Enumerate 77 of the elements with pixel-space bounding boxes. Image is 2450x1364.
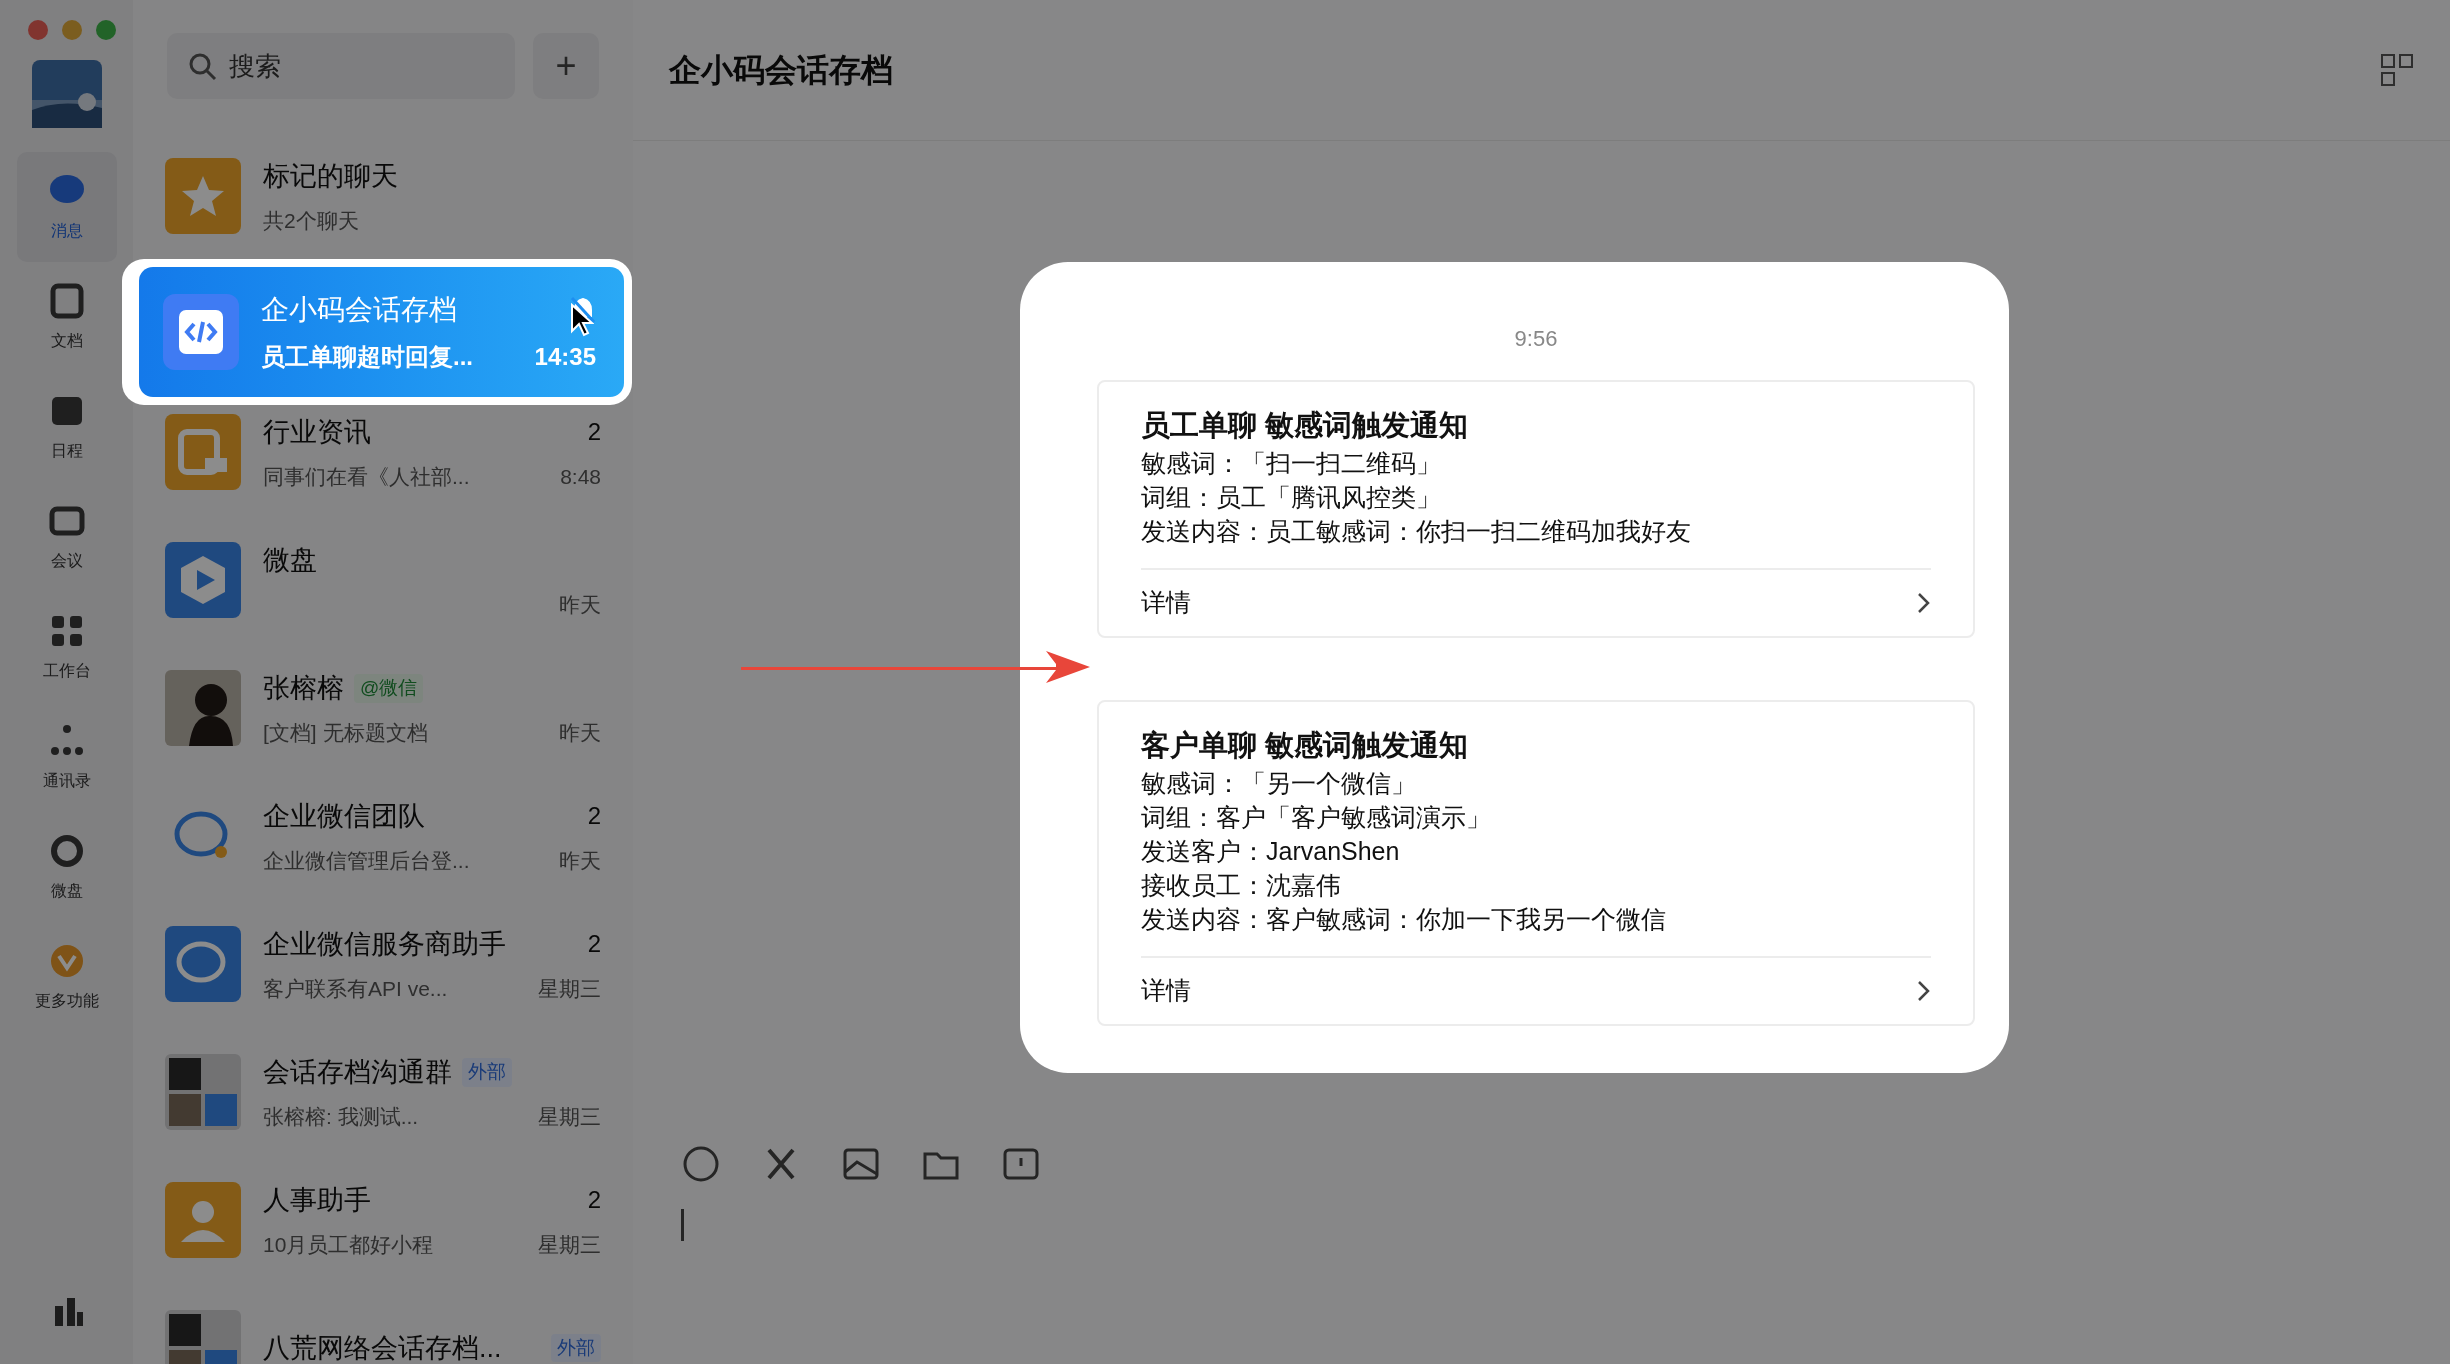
chat-preview: 10月员工都好小程	[263, 1231, 434, 1258]
unread-count: 2	[587, 417, 601, 448]
chat-item[interactable]: 会话存档沟通群 外部 张榕榕: 我测试... 星期三	[165, 1050, 601, 1134]
unread-count: 2	[587, 801, 601, 832]
sidebar-item[interactable]: 日程	[16, 372, 117, 482]
window-control-icon	[96, 20, 116, 40]
chevron-right-icon	[1917, 592, 1931, 614]
card-title: 客户单聊 敏感词触发通知	[1141, 728, 1470, 763]
chat-time: 昨天	[559, 719, 601, 746]
sidebar-item[interactable]: 消息	[16, 152, 117, 262]
sidebar-item[interactable]: 会议	[16, 482, 117, 592]
chat-title: 企业微信服务商助手	[263, 928, 506, 961]
chat-time: 8:48	[560, 463, 601, 490]
chat-item[interactable]: 人事助手 2 10月员工都好小程 星期三	[165, 1178, 601, 1262]
cursor-icon	[570, 303, 594, 337]
chat-time: 星期三	[538, 975, 601, 1002]
chat-preview: 客户联系有API ve...	[263, 975, 448, 1002]
chat-time: 14:35	[534, 342, 596, 372]
card-line: 敏感词：「另一个微信」	[1141, 768, 1417, 799]
sidebar-item[interactable]: 工作台	[16, 592, 117, 702]
search-field[interactable]: 搜索	[167, 33, 515, 99]
chat-item[interactable]: 标记的聊天 共2个聊天	[165, 154, 601, 238]
chat-title: 企小码会话存档	[261, 293, 457, 327]
chat-title: 会话存档沟通群	[263, 1056, 452, 1089]
chat-title: 企业微信团队	[263, 800, 425, 833]
chat-time: 星期三	[538, 1103, 601, 1130]
sidebar-item[interactable]: 更多功能	[16, 922, 117, 1032]
search-icon	[187, 51, 217, 81]
card-line: 发送内容：员工敏感词：你扫一扫二维码加我好友	[1141, 516, 1692, 547]
chat-title: 行业资讯	[263, 416, 371, 449]
window-control-icon	[28, 20, 48, 40]
card-title: 员工单聊 敏感词触发通知	[1141, 408, 1470, 443]
chat-item[interactable]: 张榕榕 @微信 [文档] 无标题文档 昨天	[165, 666, 601, 750]
add-button[interactable]: +	[533, 33, 599, 99]
tag: @微信	[354, 674, 424, 703]
chat-item[interactable]: 行业资讯 2 同事们在看《人社部... 8:48	[165, 410, 601, 494]
chat-title: 人事助手	[263, 1184, 371, 1217]
chat-time: 昨天	[559, 847, 601, 874]
grid-icon	[2380, 53, 2414, 87]
card-line: 发送内容：客户敏感词：你加一下我另一个微信	[1141, 904, 1667, 935]
chat-preview: [文档] 无标题文档	[263, 719, 428, 746]
sidebar-item[interactable]: 微盘	[16, 812, 117, 922]
card-line: 词组：客户「客户敏感词演示」	[1141, 802, 1492, 833]
chat-preview: 企业微信管理后台登...	[263, 847, 470, 874]
tag: 外部	[462, 1058, 512, 1087]
chat-time: 星期三	[538, 1231, 601, 1258]
card-line: 敏感词：「扫一扫二维码」	[1141, 448, 1442, 479]
chat-preview: 张榕榕: 我测试...	[263, 1103, 419, 1130]
tag: 外部	[551, 1333, 601, 1363]
card-line: 词组：员工「腾讯风控类」	[1141, 482, 1442, 513]
text-cursor	[681, 1209, 684, 1241]
chat-title: 微盘	[263, 544, 317, 577]
window-control-icon	[62, 20, 82, 40]
emoji-icon	[681, 1144, 721, 1184]
chat-time: 昨天	[559, 591, 601, 618]
chat-title: 标记的聊天	[263, 160, 398, 193]
chat-title: 企小码会话存档	[669, 51, 893, 90]
chat-item[interactable]: 企业微信服务商助手 2 客户联系有API ve... 星期三	[165, 922, 601, 1006]
chat-item[interactable]: 企业微信团队 2 企业微信管理后台登... 昨天	[165, 794, 601, 878]
message-time: 9:56	[1513, 325, 1559, 353]
unread-count: 2	[587, 929, 601, 960]
chat-item[interactable]: 八荒网络会话存档... 外部	[165, 1306, 601, 1364]
card-line: 接收员工：沈嘉伟	[1141, 870, 1342, 901]
chevron-right-icon	[1917, 980, 1931, 1002]
card-line: 发送客户：JarvanShen	[1141, 836, 1401, 867]
selected-chat-item[interactable]: 企小码会话存档 员工单聊超时回复... 14:35	[139, 267, 624, 397]
sidebar-item[interactable]: 文档	[16, 262, 117, 372]
chat-preview: 员工单聊超时回复...	[261, 342, 473, 372]
chat-preview: 共2个聊天	[263, 207, 359, 234]
chat-title: 八荒网络会话存档...	[263, 1331, 502, 1364]
chat-title: 张榕榕	[263, 672, 344, 705]
chat-item[interactable]: 微盘 昨天	[165, 538, 601, 622]
chat-preview: 同事们在看《人社部...	[263, 463, 470, 490]
details-link[interactable]: 详情	[1141, 568, 1931, 636]
sidebar-item[interactable]: 通讯录	[16, 702, 117, 812]
unread-count: 2	[587, 1185, 601, 1216]
details-link[interactable]: 详情	[1141, 956, 1931, 1024]
